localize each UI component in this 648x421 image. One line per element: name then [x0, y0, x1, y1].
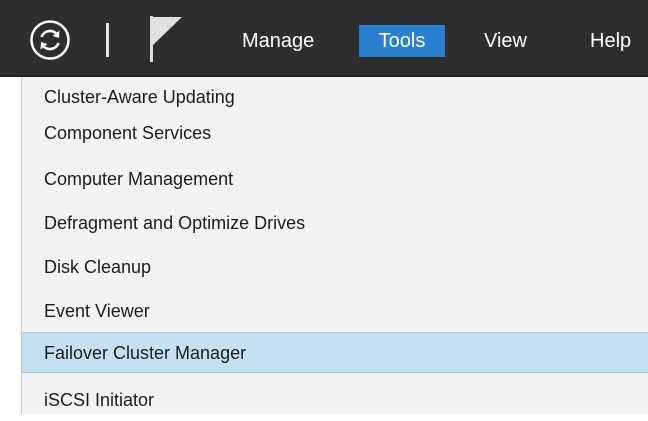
menu-item-computer-management[interactable]: Computer Management: [22, 159, 648, 200]
menu-manage[interactable]: Manage: [242, 25, 314, 57]
menu-tools[interactable]: Tools: [359, 25, 445, 57]
tools-dropdown-menu: Cluster-Aware Updating Component Service…: [21, 77, 648, 414]
menu-help[interactable]: Help: [590, 25, 631, 57]
menu-item-defragment-and-optimize-drives[interactable]: Defragment and Optimize Drives: [22, 203, 648, 244]
menu-view[interactable]: View: [484, 25, 527, 57]
menu-item-component-services[interactable]: Component Services: [22, 113, 648, 154]
refresh-icon[interactable]: [29, 19, 71, 61]
flag-icon[interactable]: [148, 15, 184, 63]
server-manager-menubar: Manage Tools View Help: [0, 0, 648, 77]
toolbar-separator: [106, 23, 109, 57]
menu-item-cluster-aware-updating[interactable]: Cluster-Aware Updating: [22, 77, 648, 118]
menu-item-event-viewer[interactable]: Event Viewer: [22, 291, 648, 332]
menu-item-disk-cleanup[interactable]: Disk Cleanup: [22, 247, 648, 288]
menu-item-iscsi-initiator[interactable]: iSCSI Initiator: [22, 380, 648, 421]
menu-item-failover-cluster-manager[interactable]: Failover Cluster Manager: [22, 332, 648, 373]
